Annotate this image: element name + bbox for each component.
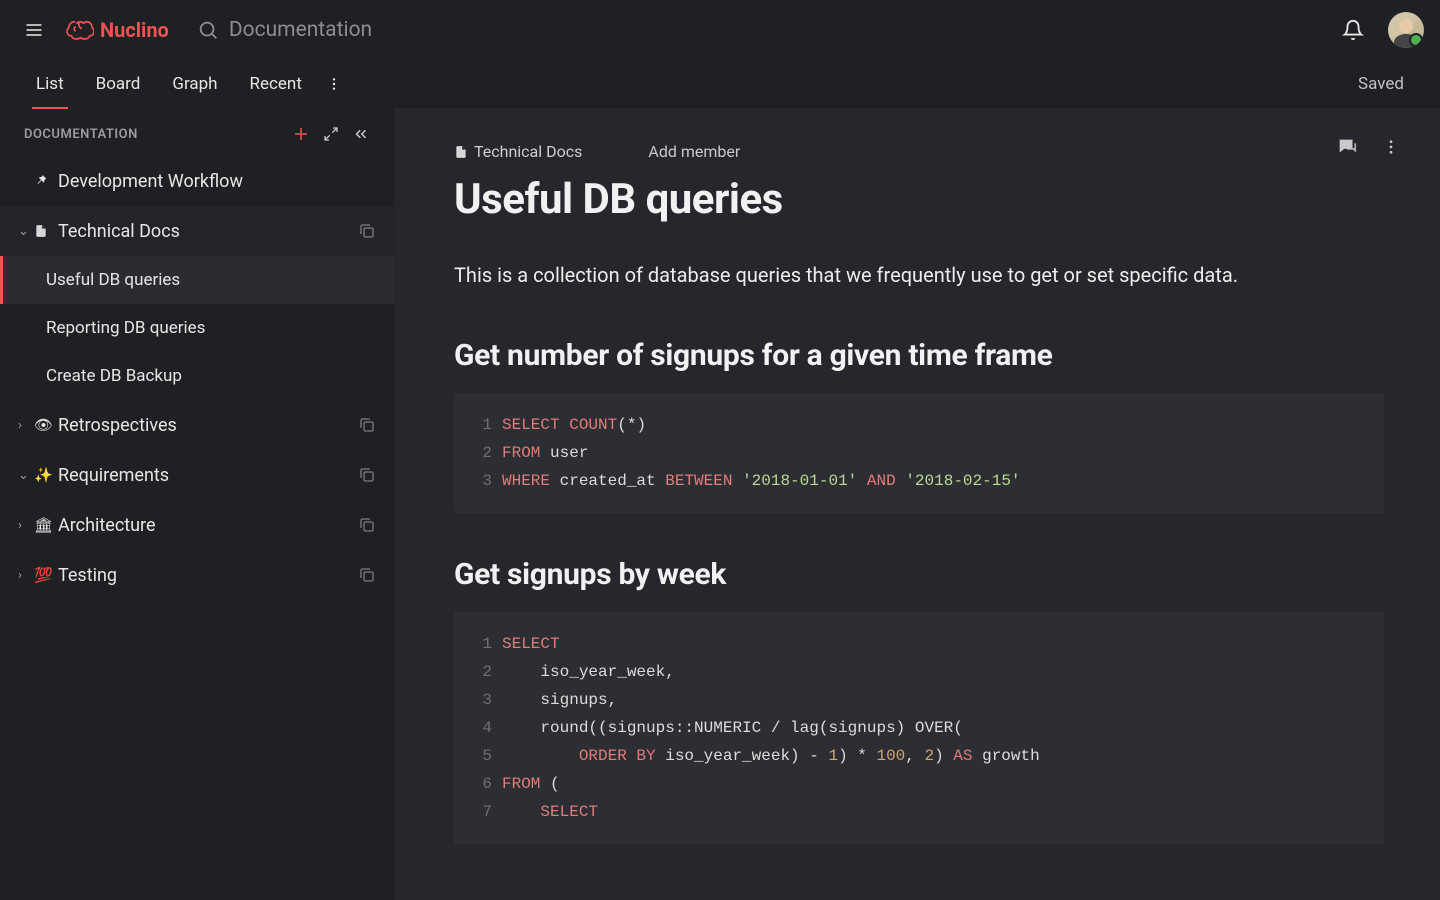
page-title: Useful DB queries: [454, 175, 1384, 224]
collection-icon: [358, 222, 376, 240]
tab-label: Graph: [172, 74, 217, 94]
sidebar-item-label: Useful DB queries: [46, 270, 376, 290]
section-heading-2: Get signups by week: [454, 557, 1384, 592]
sidebar-item-label: Testing: [58, 565, 352, 586]
user-avatar[interactable]: [1388, 12, 1424, 48]
brain-icon: [64, 15, 94, 45]
avatar-face: [1399, 19, 1413, 33]
sidebar-item-useful-db-queries[interactable]: Useful DB queries: [0, 256, 394, 304]
tabs-more-button[interactable]: [322, 72, 346, 96]
content-area: Technical Docs Add member Useful DB quer…: [394, 108, 1440, 900]
code-block-1[interactable]: 1SELECT COUNT(*) 2FROM user 3WHERE creat…: [454, 393, 1384, 513]
collection-icon: [358, 416, 376, 434]
tab-recent[interactable]: Recent: [234, 60, 318, 108]
tab-list[interactable]: List: [20, 60, 80, 108]
sidebar-item-requirements[interactable]: ⌄ ✨ Requirements: [0, 450, 394, 500]
building-icon: 🏛: [34, 516, 58, 534]
chat-icon: [1336, 136, 1358, 158]
collection-icon: [358, 516, 376, 534]
chevron-down-icon: ⌄: [18, 224, 32, 239]
sidebar-item-technical-docs[interactable]: ⌄ Technical Docs: [0, 206, 394, 256]
tab-label: Board: [96, 74, 141, 94]
collection-icon: [358, 466, 376, 484]
main-layout: DOCUMENTATION Development Workflow ⌄ T: [0, 108, 1440, 900]
notifications-button[interactable]: [1342, 19, 1364, 41]
search-icon: [197, 19, 219, 41]
sidebar-item-development-workflow[interactable]: Development Workflow: [0, 156, 394, 206]
content-inner: Technical Docs Add member Useful DB quer…: [394, 108, 1440, 900]
sparkle-icon: ✨: [34, 466, 58, 484]
document-more-button[interactable]: [1378, 134, 1404, 160]
document-actions: [1334, 134, 1404, 160]
chevrons-left-icon: [352, 125, 370, 143]
sidebar-item-reporting-db-queries[interactable]: Reporting DB queries: [0, 304, 394, 352]
kebab-icon: [326, 76, 342, 92]
page-intro: This is a collection of database queries…: [454, 260, 1384, 290]
avatar-body: [1394, 34, 1418, 48]
chevron-right-icon: ›: [18, 518, 32, 533]
breadcrumb: Technical Docs Add member: [454, 142, 1384, 161]
collection-icon: [358, 566, 376, 584]
tab-label: Recent: [250, 74, 302, 94]
file-icon: [34, 223, 58, 239]
sidebar-item-label: Architecture: [58, 515, 352, 536]
sidebar-item-architecture[interactable]: › 🏛 Architecture: [0, 500, 394, 550]
sidebar-item-label: Reporting DB queries: [46, 318, 376, 338]
expand-button[interactable]: [316, 119, 346, 149]
collapse-sidebar-button[interactable]: [346, 119, 376, 149]
brand-logo[interactable]: Nuclino: [64, 15, 169, 45]
chevron-down-icon: ⌄: [18, 468, 32, 483]
tab-graph[interactable]: Graph: [156, 60, 233, 108]
bell-icon: [1342, 19, 1364, 41]
code-block-2[interactable]: 1SELECT 2 iso_year_week, 3 signups, 4 ro…: [454, 612, 1384, 844]
hundred-icon: 💯: [34, 566, 58, 584]
view-tabs: List Board Graph Recent Saved: [0, 60, 1440, 108]
save-status: Saved: [1358, 74, 1420, 94]
workspace-label: DOCUMENTATION: [24, 127, 286, 142]
menu-button[interactable]: [16, 12, 52, 48]
tab-board[interactable]: Board: [80, 60, 157, 108]
pin-icon: [34, 174, 58, 188]
eye-icon: 👁: [34, 416, 58, 434]
search-input[interactable]: Documentation: [197, 18, 1342, 42]
topbar-right: [1342, 12, 1424, 48]
expand-icon: [323, 126, 339, 142]
sidebar: DOCUMENTATION Development Workflow ⌄ T: [0, 108, 394, 900]
top-bar: Nuclino Documentation: [0, 0, 1440, 60]
tab-label: List: [36, 74, 64, 94]
search-placeholder: Documentation: [229, 18, 372, 42]
sidebar-item-label: Development Workflow: [58, 171, 376, 192]
plus-icon: [292, 125, 310, 143]
sidebar-item-label: Requirements: [58, 465, 352, 486]
comments-button[interactable]: [1334, 134, 1360, 160]
workspace-header: DOCUMENTATION: [0, 108, 394, 156]
sidebar-item-retrospectives[interactable]: › 👁 Retrospectives: [0, 400, 394, 450]
sidebar-item-label: Technical Docs: [58, 221, 352, 242]
add-member-button[interactable]: Add member: [648, 142, 740, 161]
chevron-right-icon: ›: [18, 568, 32, 583]
sidebar-item-label: Retrospectives: [58, 415, 352, 436]
add-item-button[interactable]: [286, 119, 316, 149]
kebab-icon: [1382, 138, 1400, 156]
chevron-right-icon: ›: [18, 418, 32, 433]
breadcrumb-parent[interactable]: Technical Docs: [454, 142, 582, 161]
hamburger-icon: [24, 20, 44, 40]
sidebar-item-testing[interactable]: › 💯 Testing: [0, 550, 394, 600]
file-icon: [454, 144, 468, 160]
sidebar-item-label: Create DB Backup: [46, 366, 376, 386]
breadcrumb-label: Technical Docs: [474, 142, 582, 161]
sidebar-item-create-db-backup[interactable]: Create DB Backup: [0, 352, 394, 400]
section-heading-1: Get number of signups for a given time f…: [454, 338, 1384, 373]
add-member-label: Add member: [648, 142, 740, 161]
brand-name: Nuclino: [100, 18, 169, 42]
